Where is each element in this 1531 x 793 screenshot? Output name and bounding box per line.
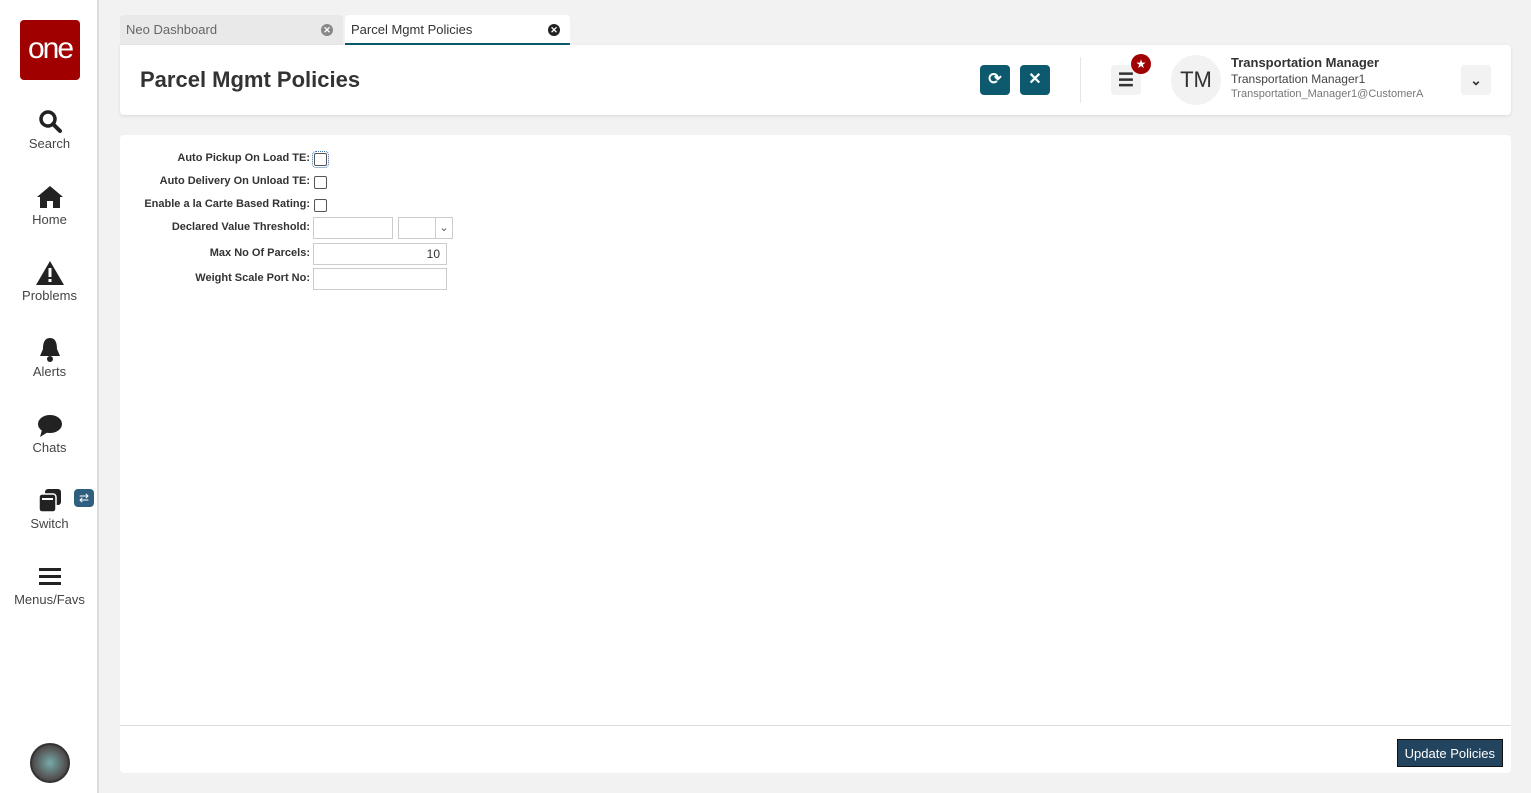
weight-port-row: Weight Scale Port No: xyxy=(120,267,1511,290)
sidebar-item-label: Alerts xyxy=(32,364,67,379)
sidebar-item-label: Chats xyxy=(32,440,67,455)
sidebar-item-search[interactable]: Search xyxy=(0,108,99,151)
sidebar-item-label: Problems xyxy=(22,288,77,303)
switch-windows-icon xyxy=(37,489,61,513)
avatar[interactable]: TM xyxy=(1171,55,1221,105)
user-role: Transportation Manager1 xyxy=(1231,72,1366,86)
user-name: Transportation Manager xyxy=(1231,55,1380,70)
currency-select[interactable]: ⌄ xyxy=(398,217,453,239)
sidebar: one Search Home Problems Alerts Chats Sw… xyxy=(0,0,99,793)
close-button[interactable]: ✕ xyxy=(1020,65,1050,95)
tab-parcel-mgmt-policies[interactable]: Parcel Mgmt Policies ✕ xyxy=(345,15,570,45)
sidebar-item-label: Search xyxy=(28,136,71,151)
switch-arrows-icon[interactable]: ⇄ xyxy=(74,489,94,507)
close-tab-icon[interactable]: ✕ xyxy=(321,24,333,36)
sidebar-item-home[interactable]: Home xyxy=(0,184,99,227)
assistant-avatar-icon[interactable] xyxy=(30,743,70,783)
home-icon xyxy=(36,186,63,208)
declared-value-label: Declared Value Threshold: xyxy=(171,221,310,233)
one-logo[interactable]: one xyxy=(20,20,80,80)
max-parcels-input[interactable]: 10 xyxy=(313,243,447,265)
user-email: Transportation_Manager1@CustomerA xyxy=(1231,88,1424,100)
auto-delivery-checkbox[interactable] xyxy=(314,176,327,189)
auto-pickup-row: Auto Pickup On Load TE: xyxy=(120,147,1511,169)
page-title: Parcel Mgmt Policies xyxy=(140,67,361,92)
sidebar-item-problems[interactable]: Problems xyxy=(0,260,99,303)
sidebar-item-label: Home xyxy=(32,212,67,227)
declared-value-input[interactable] xyxy=(313,217,393,239)
chat-icon xyxy=(37,415,62,437)
auto-pickup-label: Auto Pickup On Load TE: xyxy=(177,152,310,164)
star-badge-icon: ★ xyxy=(1131,54,1151,74)
weight-port-label: Weight Scale Port No: xyxy=(195,272,310,284)
max-parcels-label: Max No Of Parcels: xyxy=(209,247,310,259)
refresh-button[interactable]: ⟳ xyxy=(980,65,1010,95)
divider xyxy=(1080,57,1081,103)
form-footer: Update Policies xyxy=(120,725,1511,773)
sidebar-item-label: Switch xyxy=(30,516,69,531)
max-parcels-row: Max No Of Parcels: 10 xyxy=(120,242,1511,265)
weight-port-input[interactable] xyxy=(313,268,447,290)
bell-icon xyxy=(39,338,60,362)
a-la-carte-row: Enable a la Carte Based Rating: xyxy=(120,193,1511,215)
a-la-carte-label: Enable a la Carte Based Rating: xyxy=(144,198,310,210)
warning-icon xyxy=(35,261,64,285)
a-la-carte-checkbox[interactable] xyxy=(314,199,327,212)
page-header: Parcel Mgmt Policies ⟳ ✕ ☰ ★ TM Transpor… xyxy=(120,45,1511,115)
update-policies-button[interactable]: Update Policies xyxy=(1396,739,1503,767)
menu-icon xyxy=(38,568,61,585)
chevron-down-icon: ⌄ xyxy=(435,218,452,238)
tab-label: Neo Dashboard xyxy=(126,22,218,37)
sidebar-item-menus-favs[interactable]: Menus/Favs xyxy=(0,564,99,607)
user-menu-chevron-down-icon[interactable]: ⌄ xyxy=(1461,65,1491,95)
declared-value-row: Declared Value Threshold: ⌄ xyxy=(120,216,1511,239)
sidebar-item-label: Menus/Favs xyxy=(14,592,85,607)
tab-neo-dashboard[interactable]: Neo Dashboard ✕ xyxy=(120,15,343,45)
close-tab-icon[interactable]: ✕ xyxy=(548,24,560,36)
auto-delivery-label: Auto Delivery On Unload TE: xyxy=(159,175,310,187)
policies-form: Auto Pickup On Load TE: Auto Delivery On… xyxy=(120,135,1511,773)
sidebar-item-alerts[interactable]: Alerts xyxy=(0,336,99,379)
search-icon xyxy=(38,110,62,133)
auto-delivery-row: Auto Delivery On Unload TE: xyxy=(120,170,1511,192)
tab-label: Parcel Mgmt Policies xyxy=(351,22,473,37)
auto-pickup-checkbox[interactable] xyxy=(312,151,329,168)
sidebar-item-chats[interactable]: Chats xyxy=(0,412,99,455)
